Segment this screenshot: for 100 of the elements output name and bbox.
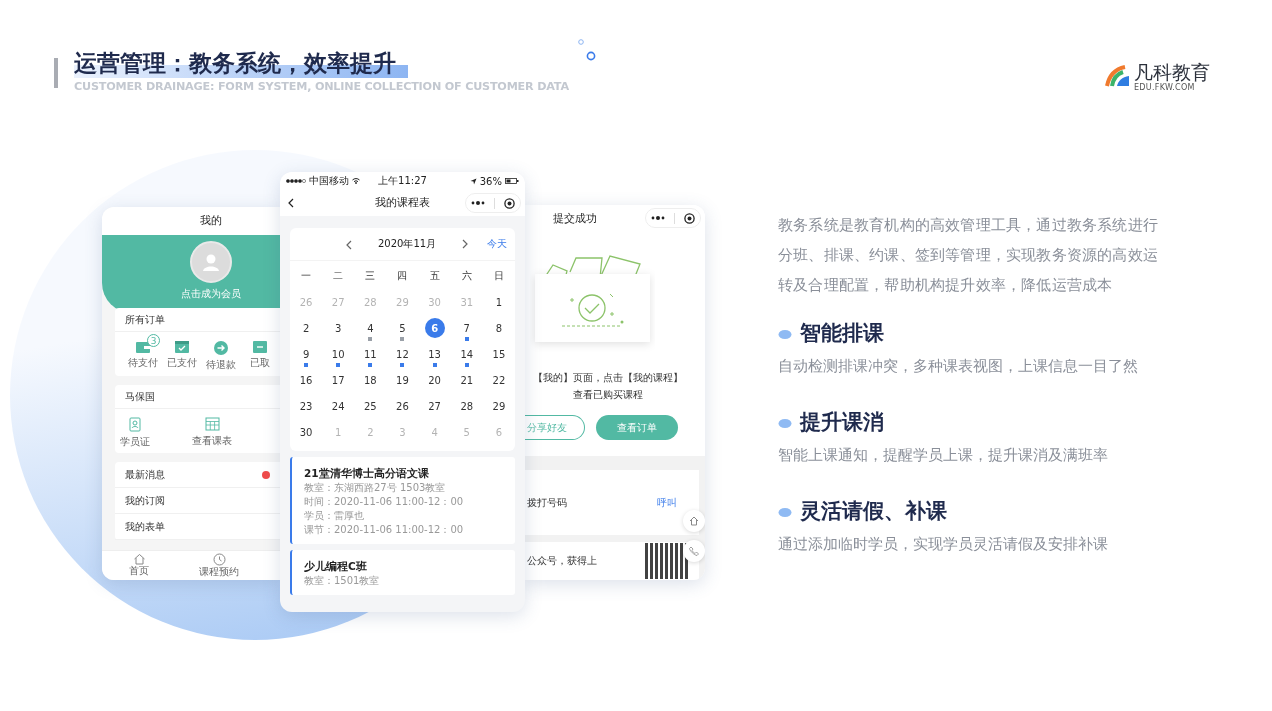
follow-text: 公众号，获得上 — [527, 554, 597, 568]
next-month-icon[interactable] — [462, 239, 469, 249]
target-icon[interactable] — [504, 197, 516, 209]
target-icon[interactable] — [684, 212, 696, 224]
qr-code-placeholder — [645, 543, 689, 579]
course-detail: 学员：雷厚也 — [304, 509, 365, 523]
calendar-day[interactable]: 1 — [488, 292, 509, 312]
calendar-day[interactable]: 27 — [424, 396, 445, 416]
phone-icon[interactable] — [683, 540, 705, 562]
arrow-circle-icon — [213, 340, 230, 356]
wallet-icon — [134, 340, 151, 354]
success-message: 【我的】页面，点击【我的课程】 — [531, 371, 684, 384]
call-link[interactable]: 呼叫 — [657, 495, 677, 510]
more-icon[interactable] — [470, 200, 485, 206]
screen-title: 我的课程表 — [375, 196, 430, 210]
calendar-day[interactable]: 15 — [488, 344, 509, 364]
weekday-label: 一 — [300, 269, 313, 283]
calendar-day[interactable]: 9 — [296, 344, 317, 364]
minus-square-icon — [252, 340, 269, 354]
bullet-icon — [778, 505, 792, 517]
calendar-day[interactable]: 22 — [488, 370, 509, 390]
menu-item[interactable]: 最新消息 — [125, 467, 165, 482]
calendar-day[interactable]: 25 — [360, 396, 381, 416]
carrier-name: 中国移动 — [309, 174, 349, 188]
calendar-day[interactable]: 30 — [296, 422, 317, 442]
logo-icon — [1105, 64, 1131, 88]
calendar-day[interactable]: 28 — [456, 396, 477, 416]
course-card[interactable]: 少儿编程C班 教室：1501教室 — [290, 550, 515, 595]
calendar-day[interactable]: 6 — [424, 318, 445, 338]
course-card[interactable]: 21堂清华博士高分语文课 教室：东湖西路27号 1503教室 时间：2020-11-06 11:00-12：00 学员：雷厚也 课节：2020-11-06 11:00-12：00 — [290, 457, 515, 544]
check-square-icon — [173, 340, 190, 354]
accent-bar — [54, 58, 58, 88]
month-label: 2020年11月 — [378, 237, 437, 251]
table-icon — [204, 417, 220, 431]
feature-title: 提升课消 — [800, 409, 884, 436]
clock-icon — [212, 553, 226, 566]
feature-title: 灵活请假、补课 — [800, 498, 947, 525]
signal-icon — [286, 179, 306, 183]
slide-title: 运营管理：教务系统，效率提升 — [74, 48, 408, 78]
count-badge: 3 — [147, 334, 160, 347]
calendar-day[interactable]: 14 — [456, 344, 477, 364]
weekday-label: 日 — [492, 269, 505, 283]
calendar-day[interactable]: 29 — [488, 396, 509, 416]
calendar-day[interactable]: 11 — [360, 344, 381, 364]
weekday-label: 三 — [364, 269, 377, 283]
calendar-day[interactable]: 26 — [392, 396, 413, 416]
slide-subtitle: CUSTOMER DRAINAGE: FORM SYSTEM, ONLINE COLLECTION OF CUSTOMER DATA — [74, 80, 569, 93]
calendar-day[interactable]: 10 — [328, 344, 349, 364]
calendar-day[interactable]: 5 — [392, 318, 413, 338]
calendar-day[interactable]: 18 — [360, 370, 381, 390]
calendar-day[interactable]: 3 — [328, 318, 349, 338]
course-detail: 教室：1501教室 — [304, 574, 381, 588]
menu-item[interactable]: 我的订阅 — [125, 493, 165, 508]
bullet-icon — [778, 416, 792, 428]
calendar-day[interactable]: 8 — [488, 318, 509, 338]
call-label: 拨打号码 — [527, 495, 567, 510]
menu-item[interactable]: 我的表单 — [125, 519, 165, 534]
weekday-label: 二 — [332, 269, 345, 283]
back-icon[interactable] — [288, 198, 294, 208]
tab-item[interactable]: 首页 — [118, 551, 160, 580]
more-icon[interactable] — [650, 215, 665, 221]
order-status-item[interactable]: 待退款 — [201, 334, 241, 372]
order-status-item[interactable]: 3 待支付 — [123, 334, 163, 372]
calendar-day[interactable]: 16 — [296, 370, 317, 390]
order-status-item[interactable]: 已支付 — [162, 334, 202, 372]
weekday-label: 六 — [460, 269, 473, 283]
calendar-day[interactable]: 7 — [456, 318, 477, 338]
intro-paragraph: 教务系统是教育机构的高效管理工具，通过教务系统进行分班、排课、约课、签到等管理，实现教务资源的高效运转及合理配置，帮助机构提升效率，降低运营成本 — [778, 215, 1159, 296]
feature-title: 智能排课 — [800, 320, 884, 347]
home-icon — [132, 553, 146, 565]
home-icon[interactable] — [683, 510, 705, 532]
menu-capsule[interactable] — [645, 208, 701, 228]
location-icon — [469, 177, 477, 185]
battery-percent: 36% — [479, 175, 502, 187]
feature-description: 通过添加临时学员，实现学员灵活请假及安排补课 — [778, 534, 1109, 555]
calendar-day[interactable]: 17 — [328, 370, 349, 390]
menu-capsule[interactable] — [465, 193, 521, 213]
weekday-label: 五 — [428, 269, 441, 283]
calendar-day[interactable]: 20 — [424, 370, 445, 390]
today-link[interactable]: 今天 — [487, 237, 507, 251]
feature-description: 自动检测排课冲突，多种课表视图，上课信息一目了然 — [778, 356, 1139, 377]
calendar-day[interactable]: 23 — [296, 396, 317, 416]
calendar-day[interactable]: 13 — [424, 344, 445, 364]
calendar-day[interactable]: 21 — [456, 370, 477, 390]
bullet-icon — [778, 327, 792, 339]
order-status-item[interactable]: 已取 — [240, 334, 280, 372]
wifi-icon — [352, 178, 360, 184]
feature-description: 智能上课通知，提醒学员上课，提升课消及满班率 — [778, 445, 1109, 466]
prev-month-icon[interactable] — [346, 239, 352, 250]
tab-item[interactable]: 课程预约 — [198, 551, 240, 580]
calendar-day[interactable]: 4 — [360, 318, 381, 338]
id-card-icon — [129, 417, 141, 432]
weekday-label: 四 — [396, 269, 409, 283]
brand-name: 凡科教育 — [1134, 60, 1210, 83]
course-title: 21堂清华博士高分语文课 — [304, 466, 430, 481]
calendar-day[interactable]: 12 — [392, 344, 413, 364]
calendar-day[interactable]: 24 — [328, 396, 349, 416]
tool-item[interactable]: 查看课表 — [177, 411, 247, 449]
calendar-day[interactable]: 19 — [392, 370, 413, 390]
calendar-day[interactable]: 2 — [296, 318, 317, 338]
